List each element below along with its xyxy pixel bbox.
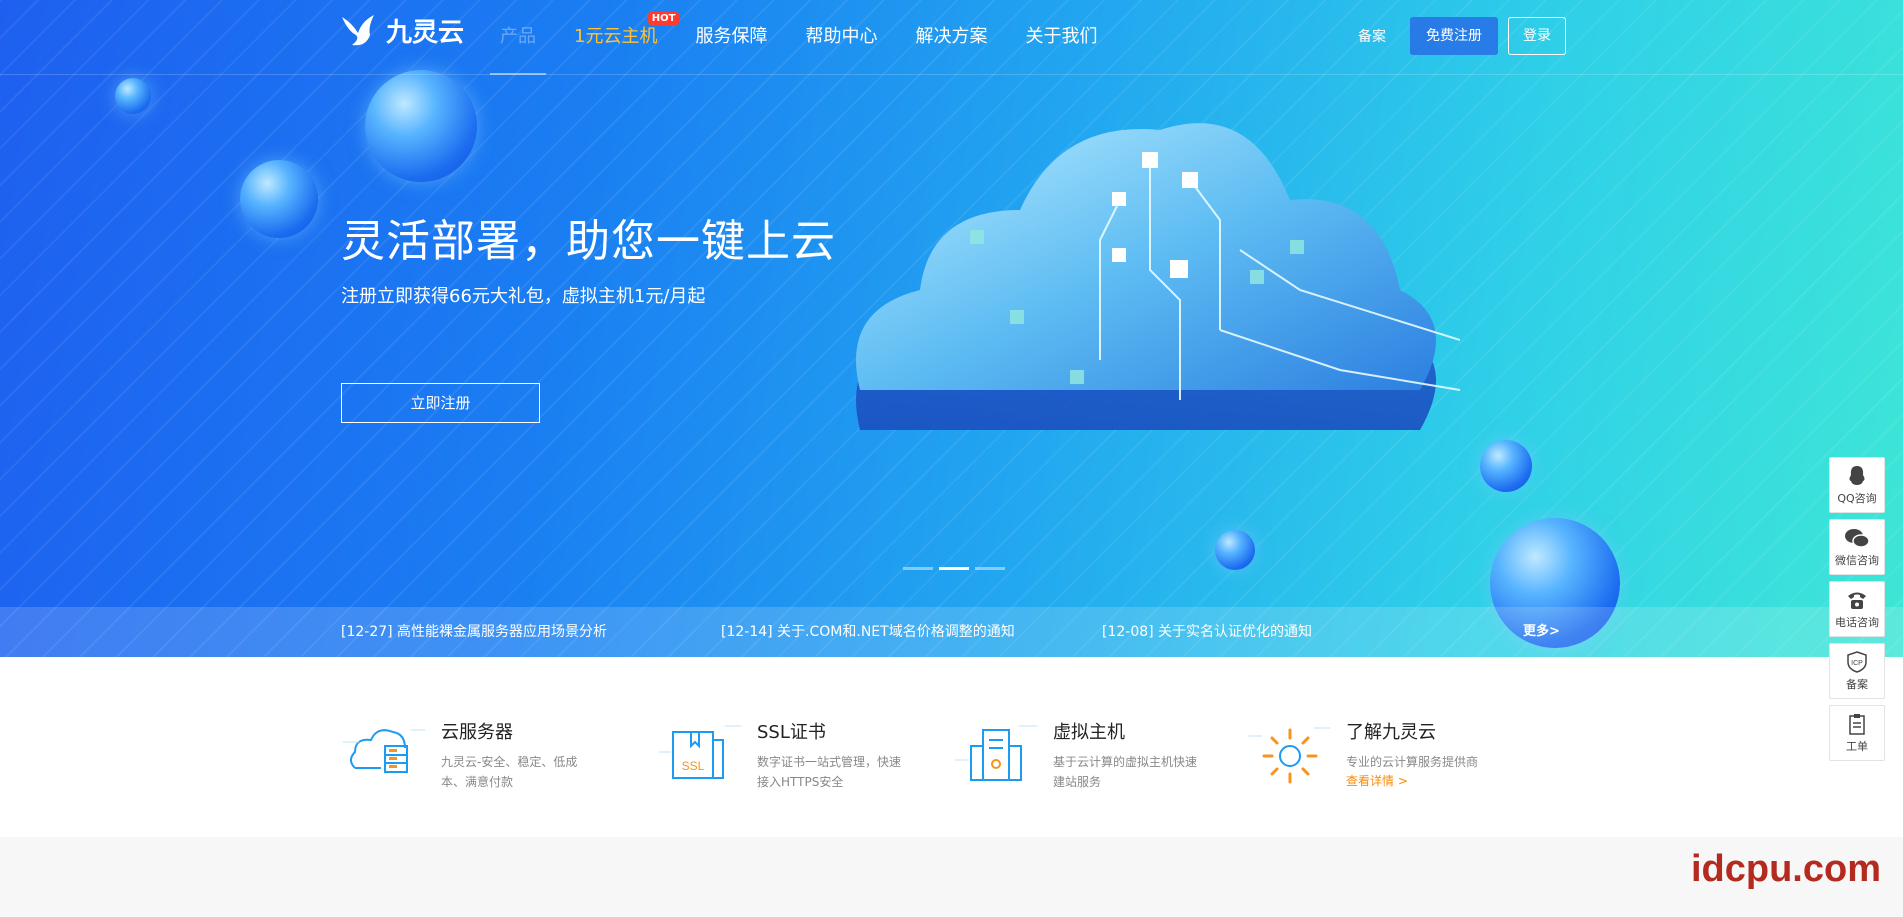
feature-title: SSL证书 [757,722,826,743]
nav-item-1yuan-host[interactable]: 1元云主机 HOT [574,0,680,74]
sidebar-label: 电话咨询 [1835,616,1879,629]
feature-strip: 云服务器 九灵云-安全、稳定、低成本、满意付款 SSL SSL证书 数字证书一站… [0,657,1903,837]
svg-text:SSL: SSL [682,759,705,773]
news-item[interactable]: [12-14] 关于.COM和.NET域名价格调整的通知 [721,607,1015,657]
ssl-certificate-icon: SSL [659,725,741,779]
sidebar-label: 备案 [1846,678,1868,691]
feature-title: 了解九灵云 [1346,722,1436,743]
feature-desc: 基于云计算的虚拟主机快速建站服务 [1053,755,1198,789]
news-more-link[interactable]: 更多> [1523,607,1560,657]
beian-link[interactable]: 备案 [1358,26,1386,46]
phone-icon [1848,592,1866,609]
bubble-decoration [1480,440,1532,492]
feature-desc: 九灵云-安全、稳定、低成本、满意付款 [441,755,578,789]
svg-text:ICP: ICP [1851,660,1863,667]
nav-item-service-guarantee[interactable]: 服务保障 [695,0,767,74]
feature-ssl[interactable]: SSL SSL证书 数字证书一站式管理，快速接入HTTPS安全 [657,712,907,800]
sidebar-phone[interactable]: 电话咨询 [1829,581,1885,637]
floating-sidebar: QQ咨询 微信咨询 电话咨询 ICP 备案 工单 [1829,457,1885,767]
top-navigation-bar: 九灵云 产品 1元云主机 HOT 服务保障 帮助中心 解决方案 关于我们 备案 免… [0,0,1903,75]
sidebar-label: 工单 [1846,740,1868,753]
sidebar-wechat[interactable]: 微信咨询 [1829,519,1885,575]
sun-icon [1248,727,1330,784]
hero-register-button[interactable]: 立即注册 [341,383,540,423]
bubble-decoration [115,78,151,114]
logo-text: 九灵云 [386,18,465,48]
feature-cloud-server[interactable]: 云服务器 九灵云-安全、稳定、低成本、满意付款 [341,712,591,800]
feature-about[interactable]: 了解九灵云 专业的云计算服务提供商 查看详情 > [1246,712,1496,800]
site-logo[interactable]: 九灵云 [340,12,464,49]
nav-item-about-us[interactable]: 关于我们 [1025,0,1097,74]
nav-item-help-center[interactable]: 帮助中心 [805,0,877,74]
nav-item-products[interactable]: 产品 [490,0,546,75]
main-nav: 产品 1元云主机 HOT 服务保障 帮助中心 解决方案 关于我们 [490,0,1135,75]
swallow-logo-icon [342,14,374,45]
feature-virtual-host[interactable]: 虚拟主机 基于云计算的虚拟主机快速建站服务 [953,712,1203,800]
hero-subline: 注册立即获得66元大礼包，虚拟主机1元/月起 [341,286,706,307]
hot-badge: HOT [647,12,680,25]
ticket-icon [1849,714,1865,735]
login-button[interactable]: 登录 [1508,17,1566,55]
sidebar-label: QQ咨询 [1837,492,1877,505]
news-item[interactable]: [12-27] 高性能裸金属服务器应用场景分析 [341,607,607,657]
sidebar-label: 微信咨询 [1835,554,1879,567]
feature-title: 虚拟主机 [1053,722,1125,743]
cloud-server-icon [343,729,425,773]
news-item[interactable]: [12-08] 关于实名认证优化的通知 [1102,607,1312,657]
hero-headline: 灵活部署，助您一键上云 [341,216,836,267]
feature-title: 云服务器 [441,722,513,743]
register-button[interactable]: 免费注册 [1410,17,1498,55]
watermark: idcpu.com [1690,848,1881,890]
carousel-indicators [903,567,1011,570]
carousel-dot-active[interactable] [939,567,969,570]
icp-icon: ICP [1847,651,1867,673]
qq-icon [1849,466,1865,485]
feature-details-link[interactable]: 查看详情 > [1346,772,1496,789]
feature-desc: 专业的云计算服务提供商 [1346,755,1479,769]
feature-desc: 数字证书一站式管理，快速接入HTTPS安全 [757,755,902,789]
wechat-icon [1845,529,1870,548]
bottom-section [0,837,1903,917]
virtual-host-icon [955,725,1037,781]
sidebar-icp[interactable]: ICP 备案 [1829,643,1885,699]
hero-banner: 九灵云 产品 1元云主机 HOT 服务保障 帮助中心 解决方案 关于我们 备案 免… [0,0,1903,657]
sidebar-qq[interactable]: QQ咨询 [1829,457,1885,513]
bubble-decoration [1215,530,1255,570]
bubble-decoration [365,70,477,182]
carousel-dot[interactable] [975,567,1005,570]
bubble-decoration [240,160,318,238]
cloud-illustration [856,123,1460,431]
nav-item-solutions[interactable]: 解决方案 [915,0,987,74]
carousel-dot[interactable] [903,567,933,570]
auth-area: 备案 免费注册 登录 [1358,17,1566,55]
sidebar-ticket[interactable]: 工单 [1829,705,1885,761]
news-ticker: [12-27] 高性能裸金属服务器应用场景分析 [12-14] 关于.COM和.… [0,607,1903,657]
